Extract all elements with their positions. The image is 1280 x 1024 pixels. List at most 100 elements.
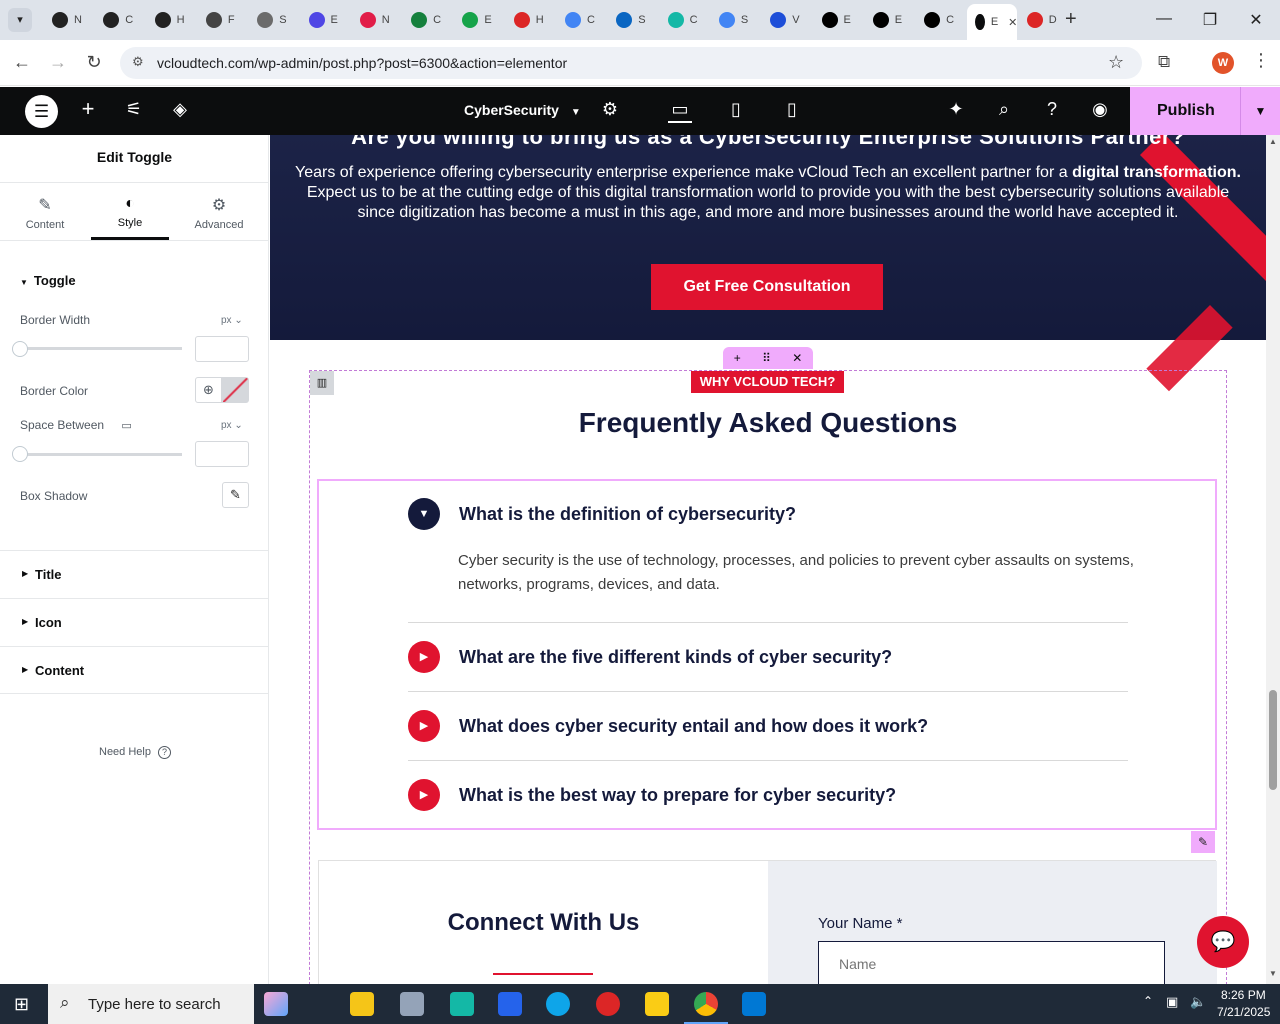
elementor-logo-icon[interactable]: ☰ [25,95,58,128]
browser-tab[interactable]: H [506,6,556,34]
page-settings-gear-icon[interactable]: ⚙ [598,99,622,123]
bookmark-star-icon[interactable]: ☆ [1108,52,1124,73]
volume-icon[interactable]: 🔈 [1190,994,1206,1010]
browser-tab[interactable]: E [301,6,351,34]
paint-icon[interactable] [400,992,424,1016]
clock-time[interactable]: 8:26 PM [1221,988,1266,1002]
section-toggle-header[interactable]: ▼ Toggle [20,273,76,288]
tab-advanced[interactable]: ⚙ Advanced [174,183,264,240]
faq-question-3[interactable]: ▶ What does cyber security entail and ho… [408,691,1128,759]
delete-section-icon[interactable]: ✕ [792,351,802,365]
tab-search-button[interactable]: ▾ [8,8,32,32]
unit-selector[interactable]: px ⌄ [221,420,243,431]
slider-handle[interactable] [12,446,28,462]
back-button[interactable]: ← [10,52,34,73]
faq-question-1[interactable]: ▼ What is the definition of cybersecurit… [408,480,1128,548]
news-balloon-icon[interactable] [264,992,288,1016]
url-text[interactable]: vcloudtech.com/wp-admin/post.php?post=63… [157,55,567,71]
browser-tab[interactable]: C [660,6,710,34]
border-width-input[interactable] [195,336,249,362]
browser-tab[interactable]: C [95,6,145,34]
structure-layers-icon[interactable]: ◈ [168,99,192,123]
edge-icon[interactable] [546,992,570,1016]
new-tab-button[interactable]: + [1065,8,1077,31]
edit-widget-pencil-icon[interactable]: ✎ [1191,831,1215,853]
reload-button[interactable]: ↻ [82,52,106,73]
need-help-link[interactable]: Need Help ? [99,746,172,759]
tab-style[interactable]: ◐ Style [91,183,169,240]
faq-question-2[interactable]: ▶ What are the five different kinds of c… [408,622,1128,690]
add-section-icon[interactable]: + [734,351,741,365]
global-colors-icon[interactable]: ⊕ [195,377,222,403]
file-explorer-icon[interactable] [350,992,374,1016]
browser-tab[interactable]: D [1019,6,1069,34]
chrome-icon[interactable] [694,992,718,1016]
chat-widget-button[interactable]: 💬 [1197,916,1249,968]
browser-tab[interactable]: H [147,6,197,34]
site-info-icon[interactable]: ⚙ [132,54,144,70]
extensions-icon[interactable]: ⧉ [1158,52,1170,72]
browser-tab[interactable]: S [608,6,658,34]
scroll-up-arrow[interactable]: ▲ [1269,137,1277,146]
restore-button[interactable]: ❐ [1200,10,1220,30]
faq-question-4[interactable]: ▶ What is the best way to prepare for cy… [408,760,1128,828]
opera-icon[interactable] [596,992,620,1016]
search-icon[interactable]: ⌕ [992,99,1016,123]
site-settings-icon[interactable]: ⚟ [122,99,146,123]
section-content[interactable]: ▶ Content [0,646,269,694]
browser-tab[interactable]: C [403,6,453,34]
browser-tab[interactable]: S [249,6,299,34]
app-icon[interactable] [450,992,474,1016]
drag-handle-icon[interactable]: ⠿ [762,351,771,365]
section-title[interactable]: ▶ Title [0,550,269,598]
publish-options-chevron-icon[interactable]: ▼ [1240,87,1280,135]
name-input[interactable] [818,941,1165,984]
mobile-view-icon[interactable]: ▯ [780,99,804,123]
add-element-icon[interactable]: + [76,96,100,121]
browser-tab[interactable]: F [198,6,248,34]
browser-tab[interactable]: C [557,6,607,34]
chrome-menu-icon[interactable]: ⋮ [1252,50,1270,71]
slider-handle[interactable] [12,341,28,357]
browser-tab[interactable]: V [762,6,812,34]
edit-box-shadow-icon[interactable]: ✎ [222,482,249,508]
column-handle-icon[interactable]: ▥ [310,371,334,395]
tab-content[interactable]: ✎ Content [0,183,90,240]
windows-start-icon[interactable]: ⊞ [14,994,29,1015]
desktop-view-icon[interactable]: ▭ [668,99,692,123]
get-free-consultation-button[interactable]: Get Free Consultation [651,264,883,310]
taskbar-search-box[interactable]: ⌕ Type here to search [48,984,254,1024]
color-picker-swatch[interactable] [222,377,249,403]
forward-button[interactable]: → [46,52,70,73]
border-width-slider[interactable] [20,347,182,350]
section-icon[interactable]: ▶ Icon [0,598,269,646]
browser-tab[interactable]: E ✕ [967,4,1018,40]
sticky-notes-icon[interactable] [645,992,669,1016]
minimize-button[interactable]: — [1154,10,1174,28]
page-settings-dropdown[interactable]: CyberSecurity ▼ [464,102,581,118]
help-icon[interactable]: ? [1040,99,1064,123]
tray-chevron-up-icon[interactable]: ⌃ [1143,994,1153,1008]
browser-tab[interactable]: E [814,6,864,34]
close-window-button[interactable]: ✕ [1246,10,1266,30]
network-icon[interactable]: ▣ [1166,994,1178,1010]
clock-date[interactable]: 7/21/2025 [1217,1005,1270,1019]
profile-avatar[interactable]: W [1212,52,1234,74]
omnibox[interactable]: ⚙ vcloudtech.com/wp-admin/post.php?post=… [120,47,1142,79]
close-tab-icon[interactable]: ✕ [1008,16,1017,29]
whats-new-icon[interactable]: ✦ [944,99,968,123]
scroll-down-arrow[interactable]: ▼ [1269,969,1277,978]
scrollbar-thumb[interactable] [1269,690,1277,790]
preview-eye-icon[interactable]: ◉ [1088,99,1112,123]
vscode-icon[interactable] [742,992,766,1016]
browser-tab[interactable]: E [454,6,504,34]
browser-tab[interactable]: E [865,6,915,34]
space-between-input[interactable] [195,441,249,467]
publish-button[interactable]: Publish [1157,102,1215,120]
vertical-scrollbar[interactable]: ▲ ▼ [1266,135,1280,984]
tablet-view-icon[interactable]: ▯ [724,99,748,123]
browser-tab[interactable]: N [352,6,402,34]
browser-tab[interactable]: S [711,6,761,34]
browser-tab[interactable]: N [44,6,94,34]
zoom-icon[interactable] [498,992,522,1016]
